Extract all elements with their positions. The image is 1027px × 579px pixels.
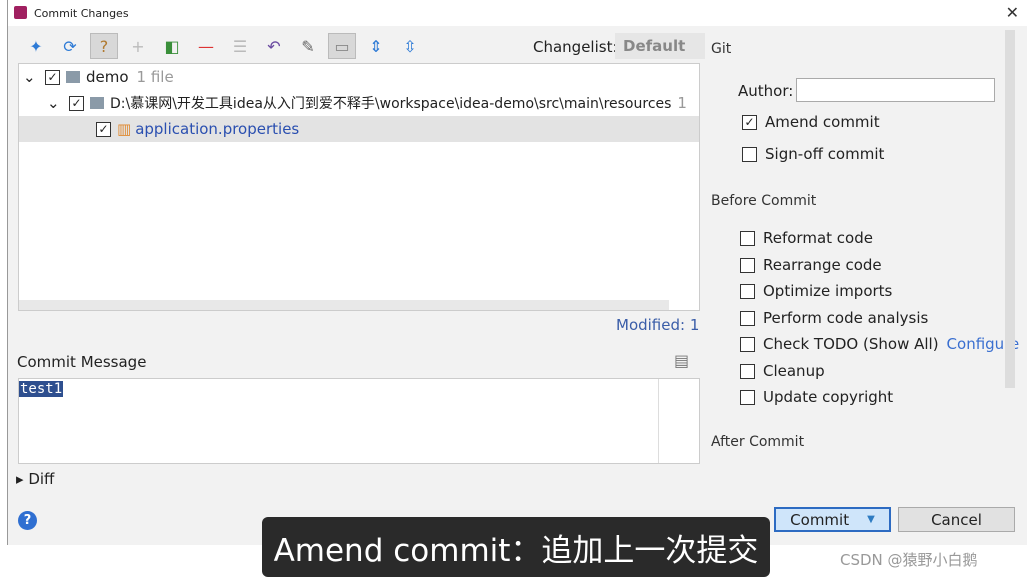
add-icon[interactable]: + (124, 33, 152, 59)
before-commit-title: Before Commit (711, 193, 817, 209)
title-bar: Commit Changes ✕ (8, 0, 1027, 26)
right-margin-line (658, 379, 659, 463)
tree-row-folder[interactable]: ⌄ ✓ D:\慕课网\开发工具idea从入门到爱不释手\workspace\id… (19, 90, 699, 116)
author-input[interactable] (796, 78, 995, 102)
checkbox[interactable]: ✓ (69, 95, 84, 111)
diff-label: Diff (28, 470, 55, 488)
checkbox[interactable] (740, 389, 755, 405)
folder-label: D:\慕课网\开发工具idea从入门到爱不释手\workspace\idea-d… (110, 96, 672, 112)
changelist-value: Default (623, 37, 686, 55)
checkbox[interactable] (740, 257, 755, 273)
amend-label: Amend commit (765, 113, 880, 131)
commit-button[interactable]: Commit ▼ (774, 507, 891, 532)
app-icon (14, 6, 27, 19)
help-button[interactable]: ? (18, 511, 37, 530)
after-commit-title: After Commit (711, 434, 805, 450)
remove-icon[interactable]: — (192, 33, 220, 59)
changelist-label: Changelist: (533, 38, 618, 56)
checkbox[interactable] (740, 336, 755, 352)
tree-row-root[interactable]: ⌄ ✓ demo 1 file (19, 64, 699, 90)
modified-count: Modified: 1 (616, 316, 700, 334)
option-label: Check TODO (Show All) (763, 335, 939, 353)
checkbox[interactable] (740, 283, 755, 299)
collapse-all-icon[interactable]: ⇳ (396, 33, 424, 59)
checkbox[interactable] (740, 230, 755, 246)
checkbox[interactable]: ✓ (742, 114, 757, 130)
vertical-scrollbar[interactable] (1005, 30, 1015, 388)
option-reformat[interactable]: Reformat code (740, 229, 873, 247)
changelist-select[interactable]: Default⌄ (615, 33, 705, 73)
expand-all-icon[interactable]: ⇕ (362, 33, 390, 59)
tree-row-file[interactable]: ✓ ▥ application.properties (19, 116, 699, 142)
git-section-title: Git (711, 41, 732, 57)
root-label: demo (86, 68, 129, 86)
video-subtitle: Amend commit：追加上一次提交 (262, 517, 770, 577)
file-label: application.properties (135, 120, 300, 138)
edit-source-icon[interactable]: ✎ (294, 33, 322, 59)
commit-message-label: Commit Message (17, 353, 147, 371)
close-icon[interactable]: ✕ (1006, 3, 1019, 22)
group-icon[interactable]: ☰ (226, 33, 254, 59)
checkbox[interactable]: ✓ (45, 69, 60, 85)
chevron-down-icon[interactable]: ⌄ (23, 68, 45, 86)
watermark: CSDN @猿野小白鹅 (840, 551, 978, 569)
folder-count: 1 (677, 94, 687, 112)
window-title: Commit Changes (34, 6, 129, 20)
option-code-analysis[interactable]: Perform code analysis (740, 309, 928, 327)
option-label: Update copyright (763, 388, 894, 406)
option-label: Rearrange code (763, 256, 882, 274)
checkbox[interactable]: ✓ (96, 121, 111, 137)
toolbar: ✦ ⟳ ? + ◧ — ☰ ↶ ✎ ▭ ⇕ ⇳ (22, 33, 424, 59)
option-label: Reformat code (763, 229, 873, 247)
author-label: Author: (738, 82, 794, 100)
option-optimize-imports[interactable]: Optimize imports (740, 282, 892, 300)
module-icon (66, 71, 80, 83)
option-check-todo[interactable]: Check TODO (Show All) Configure (740, 335, 1019, 353)
commit-label: Commit (790, 510, 850, 529)
signoff-label: Sign-off commit (765, 145, 885, 163)
option-label: Cleanup (763, 362, 825, 380)
unversioned-icon[interactable]: ? (90, 33, 118, 59)
diff-toggle[interactable]: ▸ Diff (16, 470, 54, 488)
chevron-down-icon[interactable]: ⌄ (47, 94, 69, 112)
properties-file-icon: ▥ (117, 120, 132, 138)
rollback-icon[interactable]: ↶ (260, 33, 288, 59)
move-to-changelist-icon[interactable]: ✦ (22, 33, 50, 59)
folder-icon (90, 97, 104, 109)
message-history-icon[interactable]: ▤ (674, 351, 689, 370)
checkbox[interactable] (742, 146, 757, 162)
checkbox[interactable] (740, 310, 755, 326)
option-rearrange[interactable]: Rearrange code (740, 256, 882, 274)
checkbox[interactable] (740, 363, 755, 379)
dropdown-arrow-icon[interactable]: ▼ (867, 514, 875, 525)
group-by-icon[interactable]: ▭ (328, 33, 356, 59)
root-count: 1 file (136, 68, 174, 86)
horizontal-scrollbar[interactable] (19, 300, 669, 310)
option-label: Optimize imports (763, 282, 893, 300)
show-diff-icon[interactable]: ◧ (158, 33, 186, 59)
amend-commit-checkbox[interactable]: ✓ Amend commit (742, 113, 880, 131)
refresh-icon[interactable]: ⟳ (56, 33, 84, 59)
option-label: Perform code analysis (763, 309, 929, 327)
option-update-copyright[interactable]: Update copyright (740, 388, 893, 406)
commit-message-text: test1 (19, 381, 64, 397)
commit-message-input[interactable]: test1 (18, 378, 700, 464)
chevron-right-icon: ▸ (16, 470, 24, 488)
signoff-commit-checkbox[interactable]: Sign-off commit (742, 145, 884, 163)
changes-tree: ⌄ ✓ demo 1 file ⌄ ✓ D:\慕课网\开发工具idea从入门到爱… (18, 63, 700, 311)
option-cleanup[interactable]: Cleanup (740, 362, 825, 380)
cancel-button[interactable]: Cancel (898, 507, 1015, 532)
